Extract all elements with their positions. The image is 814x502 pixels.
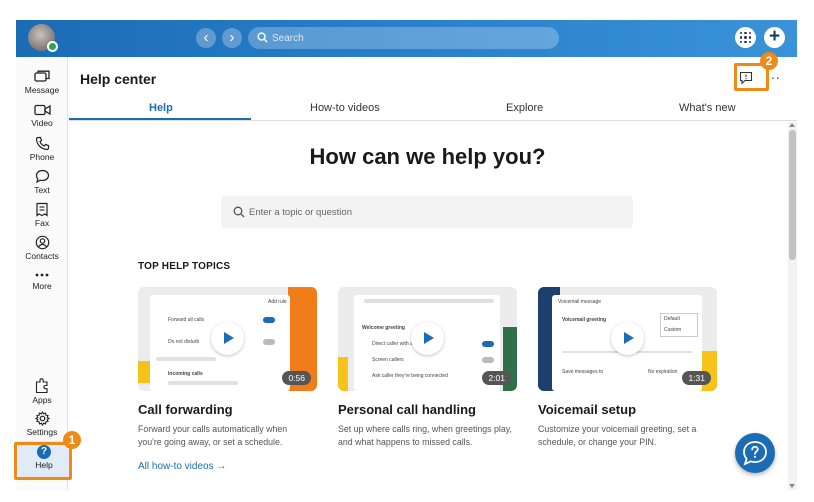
- sidebar-item-apps[interactable]: Apps: [16, 378, 68, 410]
- play-button[interactable]: [611, 322, 644, 355]
- annotation-highlight-help: [14, 442, 72, 480]
- help-search[interactable]: [221, 196, 633, 228]
- topics-heading: TOP HELP TOPICS: [138, 261, 231, 272]
- app-window: ‹ › + Message: [16, 20, 797, 490]
- play-button[interactable]: [411, 322, 444, 355]
- card-description: Customize your voicemail greeting, set a…: [538, 424, 697, 447]
- more-icon: [35, 273, 49, 277]
- card-title[interactable]: Call forwarding: [138, 402, 317, 417]
- presence-status-icon: [47, 41, 58, 52]
- dialpad-button[interactable]: [735, 27, 756, 48]
- video-duration: 0:56: [282, 371, 311, 385]
- scroll-up-arrow[interactable]: [789, 123, 795, 127]
- help-content: How can we help you? TOP HELP TOPICS Add…: [69, 122, 786, 490]
- hero-heading: How can we help you?: [309, 144, 546, 169]
- tab-help[interactable]: Help: [149, 102, 173, 114]
- sidebar-item-label: Message: [24, 85, 60, 95]
- help-center-panel: Help center ··· Help How-to videos Explo…: [69, 57, 797, 490]
- global-search-input[interactable]: [272, 27, 552, 49]
- sidebar-item-more[interactable]: More: [16, 270, 68, 302]
- active-tab-indicator: [69, 118, 251, 120]
- sidebar-item-label: Apps: [32, 395, 52, 405]
- card-description: Set up where calls ring, when greetings …: [338, 424, 512, 447]
- topic-card-call-forwarding[interactable]: Add rule Forward all calls Do not distur…: [138, 287, 317, 449]
- sidebar-item-label: Text: [34, 185, 50, 195]
- video-thumbnail[interactable]: Welcome greeting Direct caller with an S…: [338, 287, 517, 391]
- sidebar-item-label: Contacts: [25, 251, 59, 261]
- scroll-down-arrow[interactable]: [789, 484, 795, 488]
- sidebar: Message Video Phone Text Fax Contacts Mo…: [16, 57, 70, 490]
- dialpad-icon: [740, 32, 751, 43]
- sidebar-item-label: Settings: [26, 427, 58, 437]
- card-title[interactable]: Personal call handling: [338, 402, 517, 417]
- video-thumbnail[interactable]: Voicemail message Voicemail greeting Def…: [538, 287, 717, 391]
- sidebar-item-label: Phone: [29, 152, 55, 162]
- tab-explore[interactable]: Explore: [506, 102, 543, 114]
- play-button[interactable]: [211, 322, 244, 355]
- back-button[interactable]: ‹: [196, 28, 216, 48]
- apps-icon: [35, 378, 48, 394]
- fax-icon: [36, 202, 48, 217]
- search-icon: [233, 206, 245, 218]
- sidebar-item-message[interactable]: Message: [16, 70, 68, 102]
- sidebar-item-video[interactable]: Video: [16, 103, 68, 135]
- topic-card-voicemail-setup[interactable]: Voicemail message Voicemail greeting Def…: [538, 287, 717, 449]
- annotation-badge-1: 1: [63, 431, 81, 449]
- new-button[interactable]: +: [764, 27, 785, 48]
- sidebar-item-phone[interactable]: Phone: [16, 136, 68, 168]
- sidebar-item-text[interactable]: Text: [16, 169, 68, 201]
- page-title: Help center: [80, 71, 157, 87]
- scrollbar-thumb[interactable]: [789, 130, 796, 260]
- help-search-input[interactable]: [249, 196, 619, 228]
- sidebar-item-contacts[interactable]: Contacts: [16, 235, 68, 267]
- scrollbar[interactable]: [788, 122, 797, 490]
- tab-whats-new[interactable]: What's new: [679, 102, 736, 114]
- video-icon: [33, 104, 51, 116]
- topic-card-personal-call-handling[interactable]: Welcome greeting Direct caller with an S…: [338, 287, 517, 449]
- contacts-icon: [35, 235, 49, 250]
- card-description: Forward your calls automatically when yo…: [138, 424, 288, 447]
- phone-icon: [35, 136, 49, 151]
- video-thumbnail[interactable]: Add rule Forward all calls Do not distur…: [138, 287, 317, 391]
- top-bar: ‹ › +: [16, 20, 797, 57]
- all-how-to-videos-link[interactable]: All how-to videos →: [138, 461, 226, 472]
- search-icon: [257, 32, 268, 43]
- tab-how-to-videos[interactable]: How-to videos: [310, 102, 380, 114]
- settings-icon: [34, 411, 50, 426]
- forward-button[interactable]: ›: [222, 28, 242, 48]
- video-duration: 2:01: [482, 371, 511, 385]
- help-assistant-button[interactable]: [735, 433, 775, 473]
- sidebar-item-label: Fax: [34, 218, 50, 228]
- sidebar-item-fax[interactable]: Fax: [16, 202, 68, 234]
- tab-bar: Help How-to videos Explore What's new: [69, 97, 797, 121]
- sidebar-item-label: Video: [31, 118, 53, 128]
- card-title[interactable]: Voicemail setup: [538, 402, 717, 417]
- text-icon: [35, 169, 49, 184]
- video-duration: 1:31: [682, 371, 711, 385]
- sidebar-item-settings[interactable]: Settings: [16, 411, 68, 443]
- global-search[interactable]: [248, 27, 559, 49]
- sidebar-item-label: More: [32, 281, 52, 291]
- help-chat-icon: [743, 441, 767, 466]
- annotation-badge-2: 2: [760, 52, 778, 70]
- message-icon: [34, 70, 50, 82]
